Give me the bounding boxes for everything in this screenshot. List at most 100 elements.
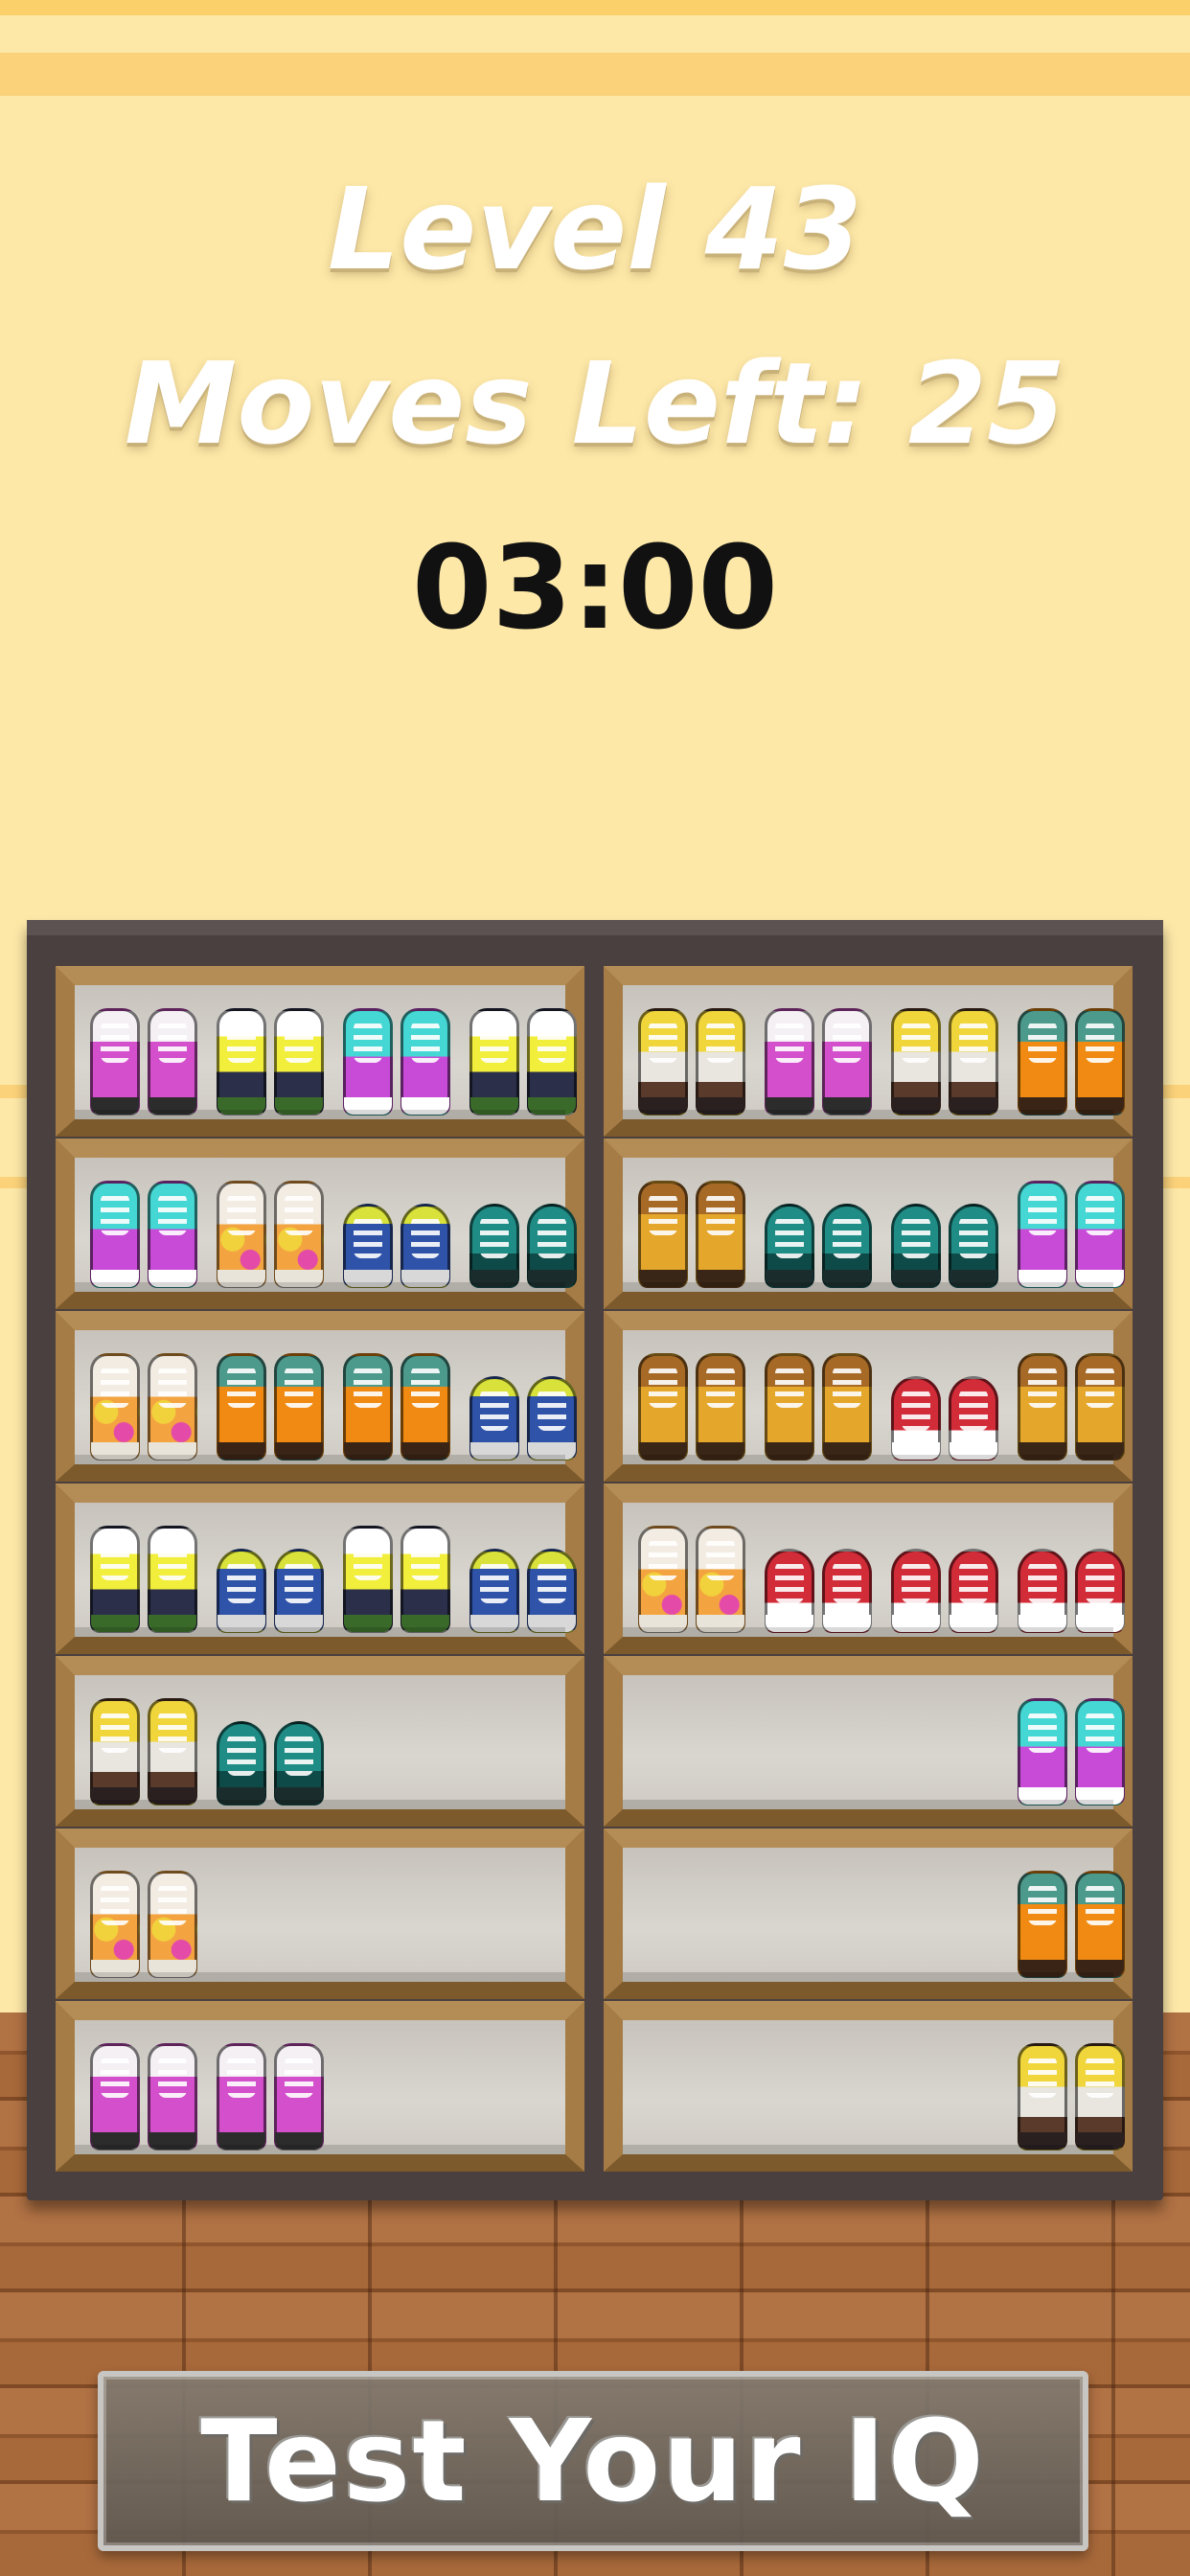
shoe-icon	[1075, 1549, 1125, 1633]
right-shelf-slot-1[interactable]	[604, 966, 1133, 1137]
shoe-icon	[1018, 1008, 1067, 1116]
shoe-pair-yellow[interactable]	[469, 1000, 577, 1116]
shoe-icon	[274, 1721, 324, 1806]
shoe-pair-graffiti[interactable]	[638, 1518, 745, 1633]
shoe-pair-orange[interactable]	[343, 1346, 450, 1460]
right-shelf-slot-7[interactable]	[604, 2001, 1133, 2172]
shoe-pair-brownyellow[interactable]	[891, 1000, 998, 1116]
shoe-icon	[90, 1008, 140, 1116]
shoe-icon	[891, 1008, 941, 1116]
shoe-icon	[765, 1549, 814, 1633]
shoe-pair-graffiti[interactable]	[217, 1173, 324, 1288]
shoe-icon	[274, 1549, 324, 1633]
shoe-pair-orange[interactable]	[1018, 1000, 1125, 1116]
shoe-pair-teal[interactable]	[765, 1173, 872, 1288]
shoe-pair-red[interactable]	[891, 1518, 998, 1633]
left-shelf-slot-6[interactable]	[56, 1828, 584, 1999]
shoe-icon	[469, 1376, 519, 1460]
shoe-icon	[1075, 1871, 1125, 1978]
shoe-icon	[1018, 1181, 1067, 1288]
shoe-icon	[765, 1353, 814, 1460]
shoe-pair-yellow[interactable]	[217, 1000, 324, 1116]
left-shelf-slot-2[interactable]	[56, 1138, 584, 1309]
shoe-pair-graffiti[interactable]	[90, 1863, 197, 1978]
shoe-icon	[469, 1204, 519, 1288]
left-shelf-slot-3[interactable]	[56, 1311, 584, 1482]
shoe-pair-boot[interactable]	[638, 1346, 745, 1460]
left-shelf-slot-1[interactable]	[56, 966, 584, 1137]
shoe-pair-orange[interactable]	[217, 1346, 324, 1460]
shoe-pair-blue[interactable]	[469, 1518, 577, 1633]
shoe-icon	[696, 1353, 745, 1460]
shoe-pair-yellow[interactable]	[90, 1518, 197, 1633]
shoe-pair-red[interactable]	[765, 1518, 872, 1633]
shoe-icon	[148, 1008, 197, 1116]
shoe-pair-brownyellow[interactable]	[638, 1000, 745, 1116]
shoe-icon	[949, 1549, 998, 1633]
right-shelf-slot-4[interactable]	[604, 1484, 1133, 1654]
shoe-pair-pink[interactable]	[90, 1000, 197, 1116]
shoe-icon	[148, 1871, 197, 1978]
shoe-icon	[400, 1353, 450, 1460]
shoe-pair-teal[interactable]	[217, 1690, 324, 1806]
shoe-icon	[1018, 1549, 1067, 1633]
shoe-pair-red[interactable]	[891, 1346, 998, 1460]
shoe-pair-pink[interactable]	[217, 2036, 324, 2150]
shoe-icon	[148, 1526, 197, 1633]
shoe-icon	[638, 1008, 688, 1116]
shoe-pair-pink[interactable]	[765, 1000, 872, 1116]
shoe-pair-orange[interactable]	[1018, 1863, 1125, 1978]
shoe-icon	[343, 1008, 393, 1116]
shoe-pair-boot[interactable]	[638, 1173, 745, 1288]
right-shelf-slot-5[interactable]	[604, 1656, 1133, 1827]
shoe-icon	[527, 1549, 577, 1633]
countdown-timer: 03:00	[412, 522, 778, 656]
shoe-pair-cyan[interactable]	[1018, 1690, 1125, 1806]
shoe-pair-graffiti[interactable]	[90, 1346, 197, 1460]
left-shelf-slot-5[interactable]	[56, 1656, 584, 1827]
shoe-icon	[148, 1698, 197, 1806]
shoe-pair-cyan[interactable]	[343, 1000, 450, 1116]
shoe-pair-boot[interactable]	[765, 1346, 872, 1460]
left-shelf-slot-7[interactable]	[56, 2001, 584, 2172]
shoe-icon	[400, 1204, 450, 1288]
right-shelf-slot-2[interactable]	[604, 1138, 1133, 1309]
shoe-icon	[343, 1526, 393, 1633]
shoe-icon	[90, 1181, 140, 1288]
shoe-icon	[891, 1204, 941, 1288]
left-shelf-slot-4[interactable]	[56, 1484, 584, 1654]
shoe-icon	[1075, 2043, 1125, 2150]
shoe-pair-cyan[interactable]	[90, 1173, 197, 1288]
shoe-icon	[343, 1353, 393, 1460]
shoe-icon	[217, 1721, 266, 1806]
shoe-pair-pink[interactable]	[90, 2036, 197, 2150]
shoe-icon	[148, 1353, 197, 1460]
shoe-icon	[274, 1008, 324, 1116]
shoe-pair-blue[interactable]	[343, 1173, 450, 1288]
shoe-icon	[696, 1526, 745, 1633]
shoe-pair-brownyellow[interactable]	[1018, 2036, 1125, 2150]
shelf-top-edge	[27, 920, 1163, 935]
test-your-iq-button[interactable]: Test Your IQ	[98, 2371, 1088, 2551]
shoe-icon	[400, 1526, 450, 1633]
shoe-pair-blue[interactable]	[469, 1346, 577, 1460]
shoe-icon	[1018, 1353, 1067, 1460]
shoe-pair-yellow[interactable]	[343, 1518, 450, 1633]
shoe-icon	[343, 1204, 393, 1288]
shoe-icon	[891, 1549, 941, 1633]
shoe-icon	[1018, 1698, 1067, 1806]
right-shelf-slot-3[interactable]	[604, 1311, 1133, 1482]
shoe-icon	[822, 1008, 872, 1116]
shoe-pair-teal[interactable]	[469, 1173, 577, 1288]
shoe-pair-blue[interactable]	[217, 1518, 324, 1633]
shoe-pair-boot[interactable]	[1018, 1346, 1125, 1460]
shoe-icon	[90, 2043, 140, 2150]
shoe-pair-teal[interactable]	[891, 1173, 998, 1288]
shoe-icon	[469, 1008, 519, 1116]
shoe-pair-cyan[interactable]	[1018, 1173, 1125, 1288]
shoe-icon	[765, 1204, 814, 1288]
shoe-pair-brownyellow[interactable]	[90, 1690, 197, 1806]
shoe-icon	[148, 1181, 197, 1288]
shoe-pair-red[interactable]	[1018, 1518, 1125, 1633]
right-shelf-slot-6[interactable]	[604, 1828, 1133, 1999]
